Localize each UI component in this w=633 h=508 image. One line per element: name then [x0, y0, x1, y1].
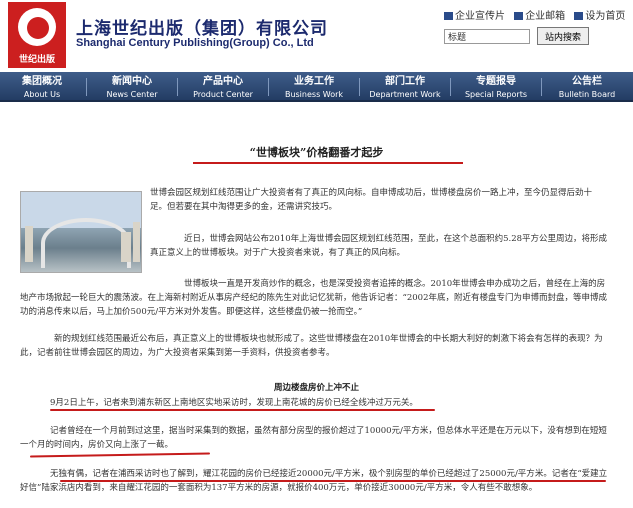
- bridge-arch: [41, 218, 131, 268]
- highlight-underline: [60, 480, 606, 482]
- logo-text: 世纪出版: [18, 55, 55, 65]
- company-name-cn: 上海世纪出版（集团）有限公司: [76, 19, 328, 39]
- corporate-mail-link[interactable]: 企业邮箱: [514, 11, 565, 22]
- nav-divider: [450, 78, 451, 96]
- highlight-underline: [29, 452, 211, 458]
- building-shape: [25, 226, 33, 262]
- paragraph-1: 世博会园区规划红线范围让广大投资者有了真正的风向标。自申博成功后，世博楼盘房价一…: [150, 188, 593, 212]
- site-header: 世纪出版 上海世纪出版（集团）有限公司 Shanghai Century Pub…: [0, 0, 633, 72]
- search-button[interactable]: 站内搜索: [537, 27, 589, 45]
- paragraph-2: 近日，世博会网站公布2010年上海世博会园区规划红线范围，至此，在这个总面积约5…: [150, 234, 608, 258]
- main-nav: 集团概况 About Us 新闻中心 News Center 产品中心 Prod…: [0, 72, 633, 102]
- nav-divider: [268, 78, 269, 96]
- building-shape: [121, 232, 131, 262]
- nav-item-news[interactable]: 新闻中心 News Center: [92, 72, 172, 102]
- nav-item-business[interactable]: 业务工作 Business Work: [274, 72, 354, 102]
- search-input[interactable]: [444, 29, 530, 44]
- title-underline: [193, 162, 463, 164]
- paragraph-5: 9月2日上午，记者来到浦东新区上南地区实地采访时，发现上南花城的房价已经全线冲过…: [50, 398, 418, 408]
- nav-item-special-reports[interactable]: 专题报导 Special Reports: [456, 72, 536, 102]
- article: “世博板块”价格翻番才起步 世博会园区规划红线范围让广大投资者有了真正的风向标。…: [0, 104, 633, 508]
- paragraph-4: 新的规划红线范围最近公布后，真正意义上的世博板块也就形成了。这些世博楼盘在201…: [20, 334, 603, 358]
- promo-video-link[interactable]: 企业宣传片: [444, 11, 505, 22]
- highlight-underline: [50, 409, 435, 411]
- nav-item-bulletin[interactable]: 公告栏 Bulletin Board: [547, 72, 627, 102]
- company-name-en: Shanghai Century Publishing(Group) Co., …: [76, 37, 314, 49]
- nav-divider: [86, 78, 87, 96]
- home-icon: [574, 12, 584, 20]
- paragraph-3: 世博板块一直是开发商炒作的概念，也是深受投资者追捧的概念。2010年世博会申办成…: [20, 279, 607, 317]
- paragraph-6: 记者曾经在一个月前到过这里，据当时采集到的数据，虽然有部分房型的报价超过了100…: [20, 426, 607, 450]
- film-icon: [444, 12, 453, 20]
- logo[interactable]: 世纪出版: [8, 2, 66, 68]
- section-subheading: 周边楼盘房价上冲不止: [273, 383, 359, 393]
- building-shape: [133, 222, 140, 262]
- nav-divider: [359, 78, 360, 96]
- bridge-photo: [20, 191, 142, 273]
- nav-divider: [541, 78, 542, 96]
- nav-item-products[interactable]: 产品中心 Product Center: [183, 72, 263, 102]
- mail-icon: [514, 12, 524, 20]
- top-links: 企业宣传片 企业邮箱 设为首页: [444, 7, 631, 22]
- article-title: “世博板块”价格翻番才起步: [249, 146, 384, 159]
- nav-item-about[interactable]: 集团概况 About Us: [2, 72, 82, 102]
- set-homepage-link[interactable]: 设为首页: [574, 11, 625, 22]
- logo-mark-inner: [27, 17, 49, 39]
- nav-divider: [177, 78, 178, 96]
- nav-item-department[interactable]: 部门工作 Department Work: [365, 72, 445, 102]
